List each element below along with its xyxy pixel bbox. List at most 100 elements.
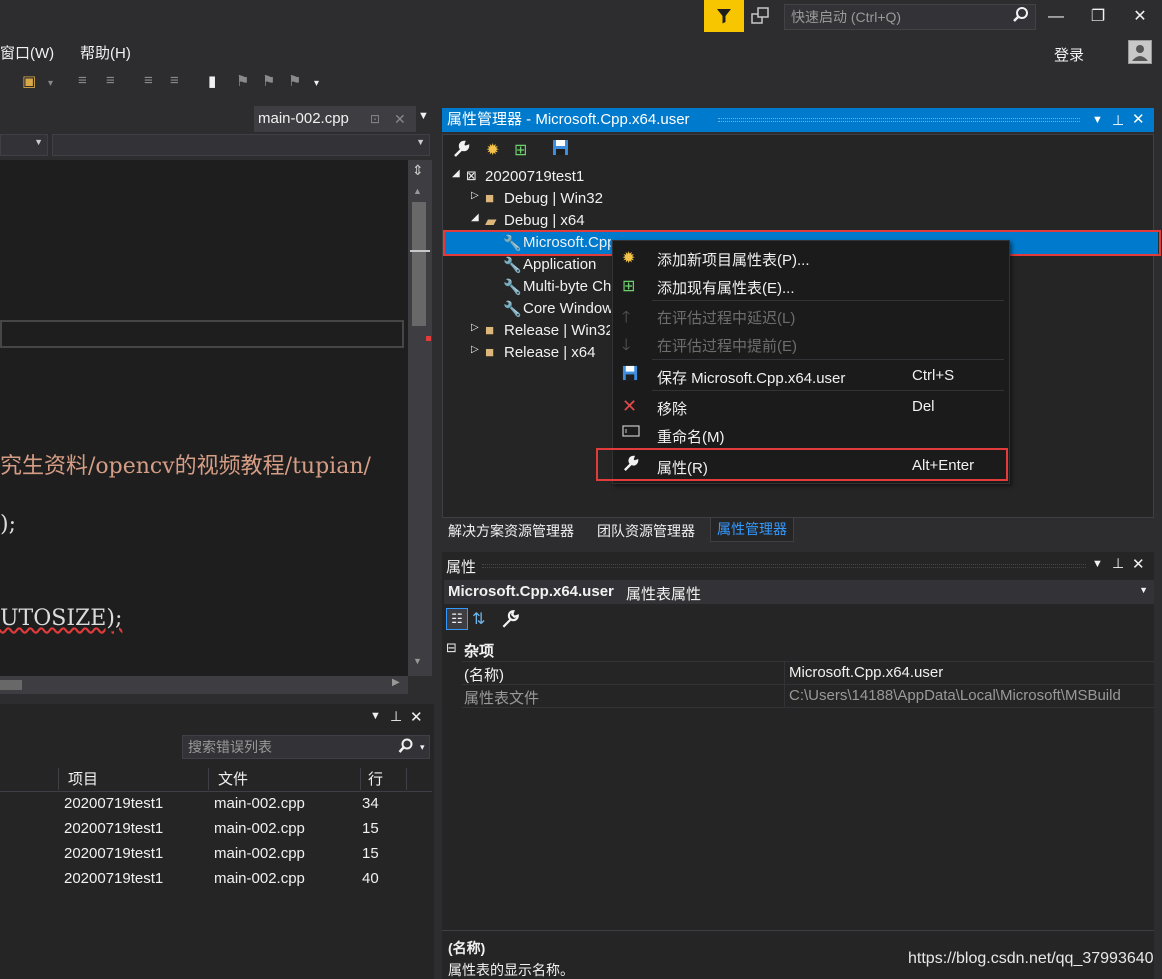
menu-move-later[interactable]: 在评估过程中延迟(L) xyxy=(657,307,795,328)
collapse-arrow-icon[interactable]: ▷ xyxy=(471,322,479,333)
tab-dropdown-icon[interactable]: ▼ xyxy=(418,110,429,122)
find-in-files-icon[interactable]: ▣ xyxy=(22,72,36,90)
prev-bookmark-icon[interactable]: ⚑ xyxy=(236,72,249,90)
quick-launch-input[interactable]: 快速启动 (Ctrl+Q) xyxy=(784,4,1036,30)
add-existing-sheet-icon[interactable]: ⊞ xyxy=(514,140,527,160)
avatar[interactable] xyxy=(1128,40,1152,64)
comment-icon[interactable]: ≡ xyxy=(144,72,153,89)
tree-application[interactable]: Application xyxy=(523,256,611,273)
add-new-sheet-icon[interactable]: ✹ xyxy=(486,140,499,160)
menu-remove[interactable]: 移除 xyxy=(657,398,687,419)
tree-release-x64[interactable]: Release | x64 xyxy=(504,344,595,361)
find-bar[interactable] xyxy=(0,320,404,348)
tree-microsoft-cpp-x64-user[interactable]: Microsoft.Cpp.x64.user xyxy=(523,234,611,251)
prop-file-value[interactable]: C:\Users\14188\AppData\Local\Microsoft\M… xyxy=(789,687,1154,704)
expand-arrow-icon[interactable]: ◢ xyxy=(471,212,479,223)
col-header-line[interactable]: 行 xyxy=(368,768,383,789)
menu-add-new-property-sheet[interactable]: 添加新项目属性表(P)... xyxy=(657,249,810,270)
feedback-filter-button[interactable] xyxy=(704,0,744,32)
expand-arrow-icon[interactable]: ◢ xyxy=(452,168,460,179)
prop-file-label[interactable]: 属性表文件 xyxy=(464,687,539,708)
close-panel-icon[interactable]: ✕ xyxy=(1132,555,1145,573)
col-header-project[interactable]: 项目 xyxy=(68,768,98,789)
search-options-icon[interactable]: ▾ xyxy=(420,742,425,753)
error-row-2-project[interactable]: 20200719test1 xyxy=(64,820,163,837)
scroll-thumb[interactable] xyxy=(412,202,426,326)
uncomment-icon[interactable]: ≡ xyxy=(170,72,179,89)
split-icon[interactable]: ⇕ xyxy=(412,162,424,179)
live-share-icon[interactable] xyxy=(750,6,774,28)
search-icon[interactable] xyxy=(398,738,414,758)
error-row-3-project[interactable]: 20200719test1 xyxy=(64,845,163,862)
panel-menu-icon[interactable]: ▼ xyxy=(1092,558,1103,570)
col-header-file[interactable]: 文件 xyxy=(218,768,248,789)
close-panel-icon[interactable]: ✕ xyxy=(1132,108,1145,132)
sign-in-link[interactable]: 登录 xyxy=(1054,44,1084,65)
error-row-1-project[interactable]: 20200719test1 xyxy=(64,795,163,812)
dropdown-arrow-icon[interactable]: ▼ xyxy=(1139,585,1148,595)
error-row-2-file[interactable]: main-002.cpp xyxy=(214,820,305,837)
hscroll-thumb[interactable] xyxy=(0,680,22,690)
minimize-button[interactable]: — xyxy=(1038,4,1074,30)
panel-menu-icon[interactable]: ▼ xyxy=(370,710,381,722)
error-row-1-line[interactable]: 34 xyxy=(362,795,379,812)
tree-core-windows[interactable]: Core Windows Libraries xyxy=(523,300,611,317)
restore-button[interactable]: ❐ xyxy=(1080,4,1116,30)
tree-project-root[interactable]: 20200719test1 xyxy=(485,168,584,185)
error-row-2-line[interactable]: 15 xyxy=(362,820,379,837)
scope-combo[interactable]: ▼ xyxy=(0,134,48,156)
alphabetical-icon[interactable]: ⇅ xyxy=(472,609,485,629)
prop-name-label[interactable]: (名称) xyxy=(464,664,504,685)
toolbar-overflow-icon[interactable]: ▾ xyxy=(314,78,319,89)
panel-menu-icon[interactable]: ▼ xyxy=(1092,108,1103,132)
categorized-icon[interactable]: ☷ xyxy=(446,608,468,630)
close-tab-icon[interactable]: ✕ xyxy=(394,106,406,132)
error-row-4-file[interactable]: main-002.cpp xyxy=(214,870,305,887)
dropdown-arrow-icon[interactable]: ▾ xyxy=(48,78,53,89)
close-window-button[interactable]: ✕ xyxy=(1122,4,1158,30)
menu-move-earlier[interactable]: 在评估过程中提前(E) xyxy=(657,335,797,356)
editor-vertical-scrollbar[interactable]: ⇕ ▲ ▼ xyxy=(408,160,432,676)
tree-release-win32[interactable]: Release | Win32 xyxy=(504,322,610,339)
collapse-arrow-icon[interactable]: ▷ xyxy=(471,190,479,201)
menu-help[interactable]: 帮助(H) xyxy=(80,42,131,63)
tab-main-002-cpp[interactable]: main-002.cpp ⊡ ✕ xyxy=(254,106,416,132)
pin-icon[interactable]: ⊥ xyxy=(1112,108,1124,132)
collapse-arrow-icon[interactable]: ▷ xyxy=(471,344,479,355)
menu-add-existing-property-sheet[interactable]: 添加现有属性表(E)... xyxy=(657,277,795,298)
pin-icon[interactable]: ⊥ xyxy=(390,708,402,725)
outdent-icon[interactable]: ≡ xyxy=(106,72,115,89)
prop-name-value[interactable]: Microsoft.Cpp.x64.user xyxy=(789,664,943,681)
code-editor[interactable]: 究生资料/opencv的视频教程/tupian/ ); UTOSIZE); xyxy=(0,160,408,676)
error-row-1-file[interactable]: main-002.cpp xyxy=(214,795,305,812)
tab-property-manager[interactable]: 属性管理器 xyxy=(710,518,794,542)
tree-debug-win32[interactable]: Debug | Win32 xyxy=(504,190,603,207)
tab-solution-explorer[interactable]: 解决方案资源管理器 xyxy=(442,520,580,542)
bookmark-icon[interactable]: ▮ xyxy=(208,72,216,90)
save-icon[interactable] xyxy=(552,139,569,160)
tree-multibyte[interactable]: Multi-byte Character Support xyxy=(523,278,611,295)
property-pages-icon[interactable] xyxy=(500,609,520,633)
tab-team-explorer[interactable]: 团队资源管理器 xyxy=(591,520,701,542)
pin-icon[interactable]: ⊡ xyxy=(370,106,380,132)
member-combo[interactable]: ▼ xyxy=(52,134,430,156)
scroll-right-icon[interactable]: ▶ xyxy=(392,677,400,688)
clear-bookmarks-icon[interactable]: ⚑ xyxy=(288,72,301,90)
wrench-icon[interactable] xyxy=(452,140,470,162)
editor-horizontal-scrollbar[interactable]: ▶ xyxy=(0,676,408,694)
search-icon[interactable] xyxy=(1012,6,1030,28)
menu-save[interactable]: 保存 Microsoft.Cpp.x64.user xyxy=(657,367,845,388)
collapse-category-icon[interactable]: ⊟ xyxy=(446,640,457,656)
indent-icon[interactable]: ≡ xyxy=(78,72,87,89)
menu-window[interactable]: 窗口(W) xyxy=(0,42,54,63)
tree-debug-x64[interactable]: Debug | x64 xyxy=(504,212,585,229)
object-selector[interactable]: Microsoft.Cpp.x64.user 属性表属性 ▼ xyxy=(444,580,1154,604)
error-row-4-project[interactable]: 20200719test1 xyxy=(64,870,163,887)
error-row-3-line[interactable]: 15 xyxy=(362,845,379,862)
menu-rename[interactable]: 重命名(M) xyxy=(657,426,725,447)
close-panel-icon[interactable]: ✕ xyxy=(410,708,423,726)
pin-icon[interactable]: ⊥ xyxy=(1112,555,1124,572)
error-row-3-file[interactable]: main-002.cpp xyxy=(214,845,305,862)
error-row-4-line[interactable]: 40 xyxy=(362,870,379,887)
error-search-input[interactable]: 搜索错误列表 xyxy=(182,735,430,759)
